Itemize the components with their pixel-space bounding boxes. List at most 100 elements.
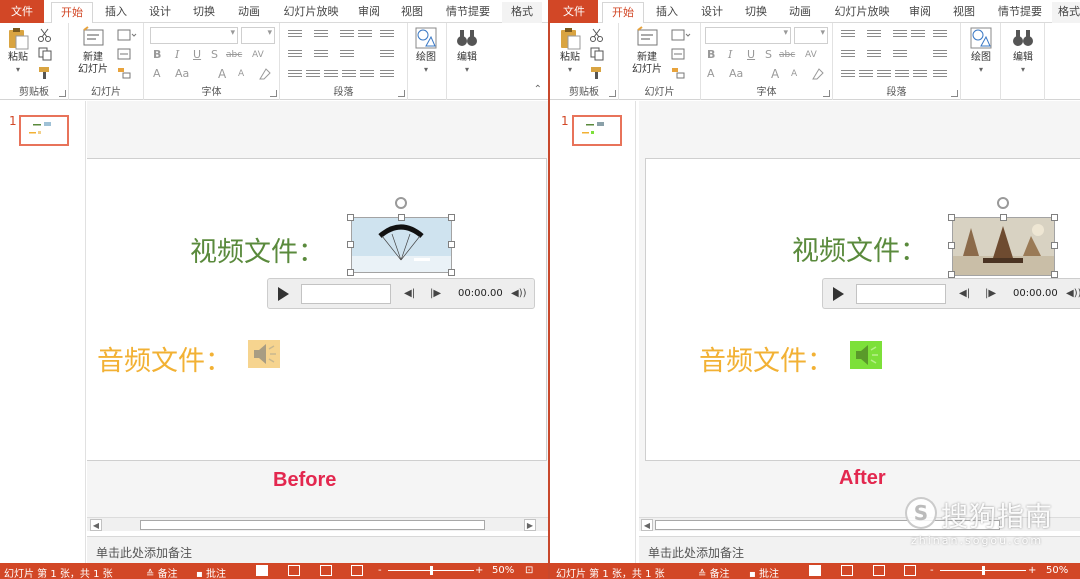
align-center-icon[interactable] xyxy=(306,68,320,80)
layout-icon[interactable] xyxy=(117,27,137,43)
clipboard-launcher-icon[interactable] xyxy=(59,90,66,97)
tab-storyboarding[interactable]: 情节提要 xyxy=(442,2,494,23)
font-launcher-icon[interactable] xyxy=(823,90,830,97)
resize-handle-e[interactable] xyxy=(448,241,455,248)
tab-design[interactable]: 设计 xyxy=(144,2,176,23)
video-object[interactable] xyxy=(351,217,452,273)
copy-icon[interactable] xyxy=(38,46,52,62)
font-size-combo[interactable] xyxy=(241,27,275,44)
tab-slideshow[interactable]: 幻灯片放映 xyxy=(280,2,342,23)
notes-toggle[interactable]: ≙ 备注 xyxy=(698,565,730,579)
strikethrough-button[interactable]: abc xyxy=(779,47,795,63)
bold-button[interactable]: B xyxy=(153,47,161,63)
drawing-button[interactable]: 绘图 ▾ xyxy=(967,26,995,76)
align-left-icon[interactable] xyxy=(288,68,302,80)
justify-icon[interactable] xyxy=(895,68,909,80)
resize-handle-ne[interactable] xyxy=(1051,214,1058,221)
align-right-icon[interactable] xyxy=(877,68,891,80)
zoom-slider-knob[interactable] xyxy=(982,566,985,575)
paste-button[interactable]: 粘贴 ▾ xyxy=(556,26,584,76)
text-direction-icon[interactable] xyxy=(380,28,394,40)
horizontal-scrollbar[interactable]: ◀ ▶ xyxy=(87,517,548,531)
change-case-button[interactable]: Aa xyxy=(729,66,743,82)
tab-transitions[interactable]: 切换 xyxy=(188,2,220,23)
tab-insert[interactable]: 插入 xyxy=(651,2,683,23)
tab-slideshow[interactable]: 幻灯片放映 xyxy=(831,2,893,23)
cut-icon[interactable] xyxy=(38,27,52,43)
reset-icon[interactable] xyxy=(117,46,137,62)
collapse-ribbon-icon[interactable]: ⌃ xyxy=(534,84,542,95)
resize-handle-nw[interactable] xyxy=(948,214,955,221)
resize-handle-sw[interactable] xyxy=(948,271,955,278)
tab-review[interactable]: 审阅 xyxy=(352,2,386,23)
paste-button[interactable]: 粘贴 ▾ xyxy=(4,26,32,76)
copy-icon[interactable] xyxy=(590,46,604,62)
align-center-icon[interactable] xyxy=(859,68,873,80)
numbering-icon[interactable] xyxy=(314,28,328,40)
align-left-icon[interactable] xyxy=(841,68,855,80)
font-name-combo[interactable] xyxy=(705,27,791,44)
cut-icon[interactable] xyxy=(590,27,604,43)
tab-home[interactable]: 开始 xyxy=(602,2,644,24)
layout-icon[interactable] xyxy=(671,27,691,43)
scrollbar-thumb[interactable] xyxy=(140,520,485,530)
tab-view[interactable]: 视图 xyxy=(948,2,980,23)
bold-button[interactable]: B xyxy=(707,47,715,63)
tab-review[interactable]: 审阅 xyxy=(903,2,937,23)
italic-button[interactable]: I xyxy=(175,47,179,63)
grow-font-button[interactable]: A xyxy=(771,66,779,82)
shrink-font-button[interactable]: A xyxy=(791,66,797,82)
paragraph-launcher-icon[interactable] xyxy=(951,90,958,97)
tab-format[interactable]: 格式 xyxy=(1052,2,1080,23)
bullets-icon[interactable] xyxy=(288,28,302,40)
play-icon[interactable] xyxy=(833,287,844,301)
tab-insert[interactable]: 插入 xyxy=(100,2,132,23)
reading-view-icon[interactable] xyxy=(873,565,885,576)
format-painter-icon[interactable] xyxy=(590,65,604,81)
scroll-left-icon[interactable]: ◀ xyxy=(90,519,102,531)
underline-button[interactable]: U xyxy=(747,47,755,63)
resize-handle-se[interactable] xyxy=(448,269,455,276)
volume-icon[interactable]: ◀)) xyxy=(511,288,527,299)
distributed-icon[interactable] xyxy=(360,68,374,80)
normal-view-icon[interactable] xyxy=(256,565,268,576)
bullets-icon[interactable] xyxy=(841,28,855,40)
tab-transitions[interactable]: 切换 xyxy=(740,2,772,23)
decrease-indent-icon[interactable] xyxy=(893,28,907,40)
tab-storyboarding[interactable]: 情节提要 xyxy=(994,2,1046,23)
speaker-icon[interactable] xyxy=(850,341,882,369)
grow-font-button[interactable]: A xyxy=(218,66,226,82)
numbering-icon[interactable] xyxy=(867,28,881,40)
decrease-indent-icon[interactable] xyxy=(340,28,354,40)
comments-toggle[interactable]: ▪ 批注 xyxy=(196,565,226,579)
editing-button[interactable]: 编辑 ▾ xyxy=(1009,26,1037,76)
step-forward-icon[interactable]: |▶ xyxy=(430,288,441,299)
tab-animations[interactable]: 动画 xyxy=(783,2,817,23)
rotate-handle-icon[interactable] xyxy=(997,197,1009,209)
comments-toggle[interactable]: ▪ 批注 xyxy=(749,565,779,579)
tab-design[interactable]: 设计 xyxy=(696,2,728,23)
resize-handle-sw[interactable] xyxy=(347,269,354,276)
resize-handle-n[interactable] xyxy=(1000,214,1007,221)
font-launcher-icon[interactable] xyxy=(270,90,277,97)
seek-bar[interactable] xyxy=(301,284,391,304)
line-spacing-icon[interactable] xyxy=(288,48,302,60)
format-painter-icon[interactable] xyxy=(38,65,52,81)
slide-thumbnail[interactable] xyxy=(572,115,622,146)
paragraph-launcher-icon[interactable] xyxy=(398,90,405,97)
char-spacing-button[interactable]: AV xyxy=(805,47,817,63)
resize-handle-w[interactable] xyxy=(948,242,955,249)
section-icon[interactable] xyxy=(117,65,137,81)
resize-handle-nw[interactable] xyxy=(347,214,354,221)
notes-pane[interactable]: 单击此处添加备注 xyxy=(87,536,548,563)
tab-file[interactable]: 文件 xyxy=(0,0,44,23)
justify-icon[interactable] xyxy=(342,68,356,80)
video-object[interactable] xyxy=(952,217,1055,276)
shadow-button[interactable]: S xyxy=(765,47,772,63)
font-name-combo[interactable] xyxy=(150,27,238,44)
zoom-in-button[interactable]: + xyxy=(475,565,483,576)
slide-sorter-icon[interactable] xyxy=(841,565,853,576)
scroll-right-icon[interactable]: ▶ xyxy=(524,519,536,531)
volume-icon[interactable]: ◀)) xyxy=(1066,288,1080,299)
change-case-button[interactable]: Aa xyxy=(175,66,189,82)
